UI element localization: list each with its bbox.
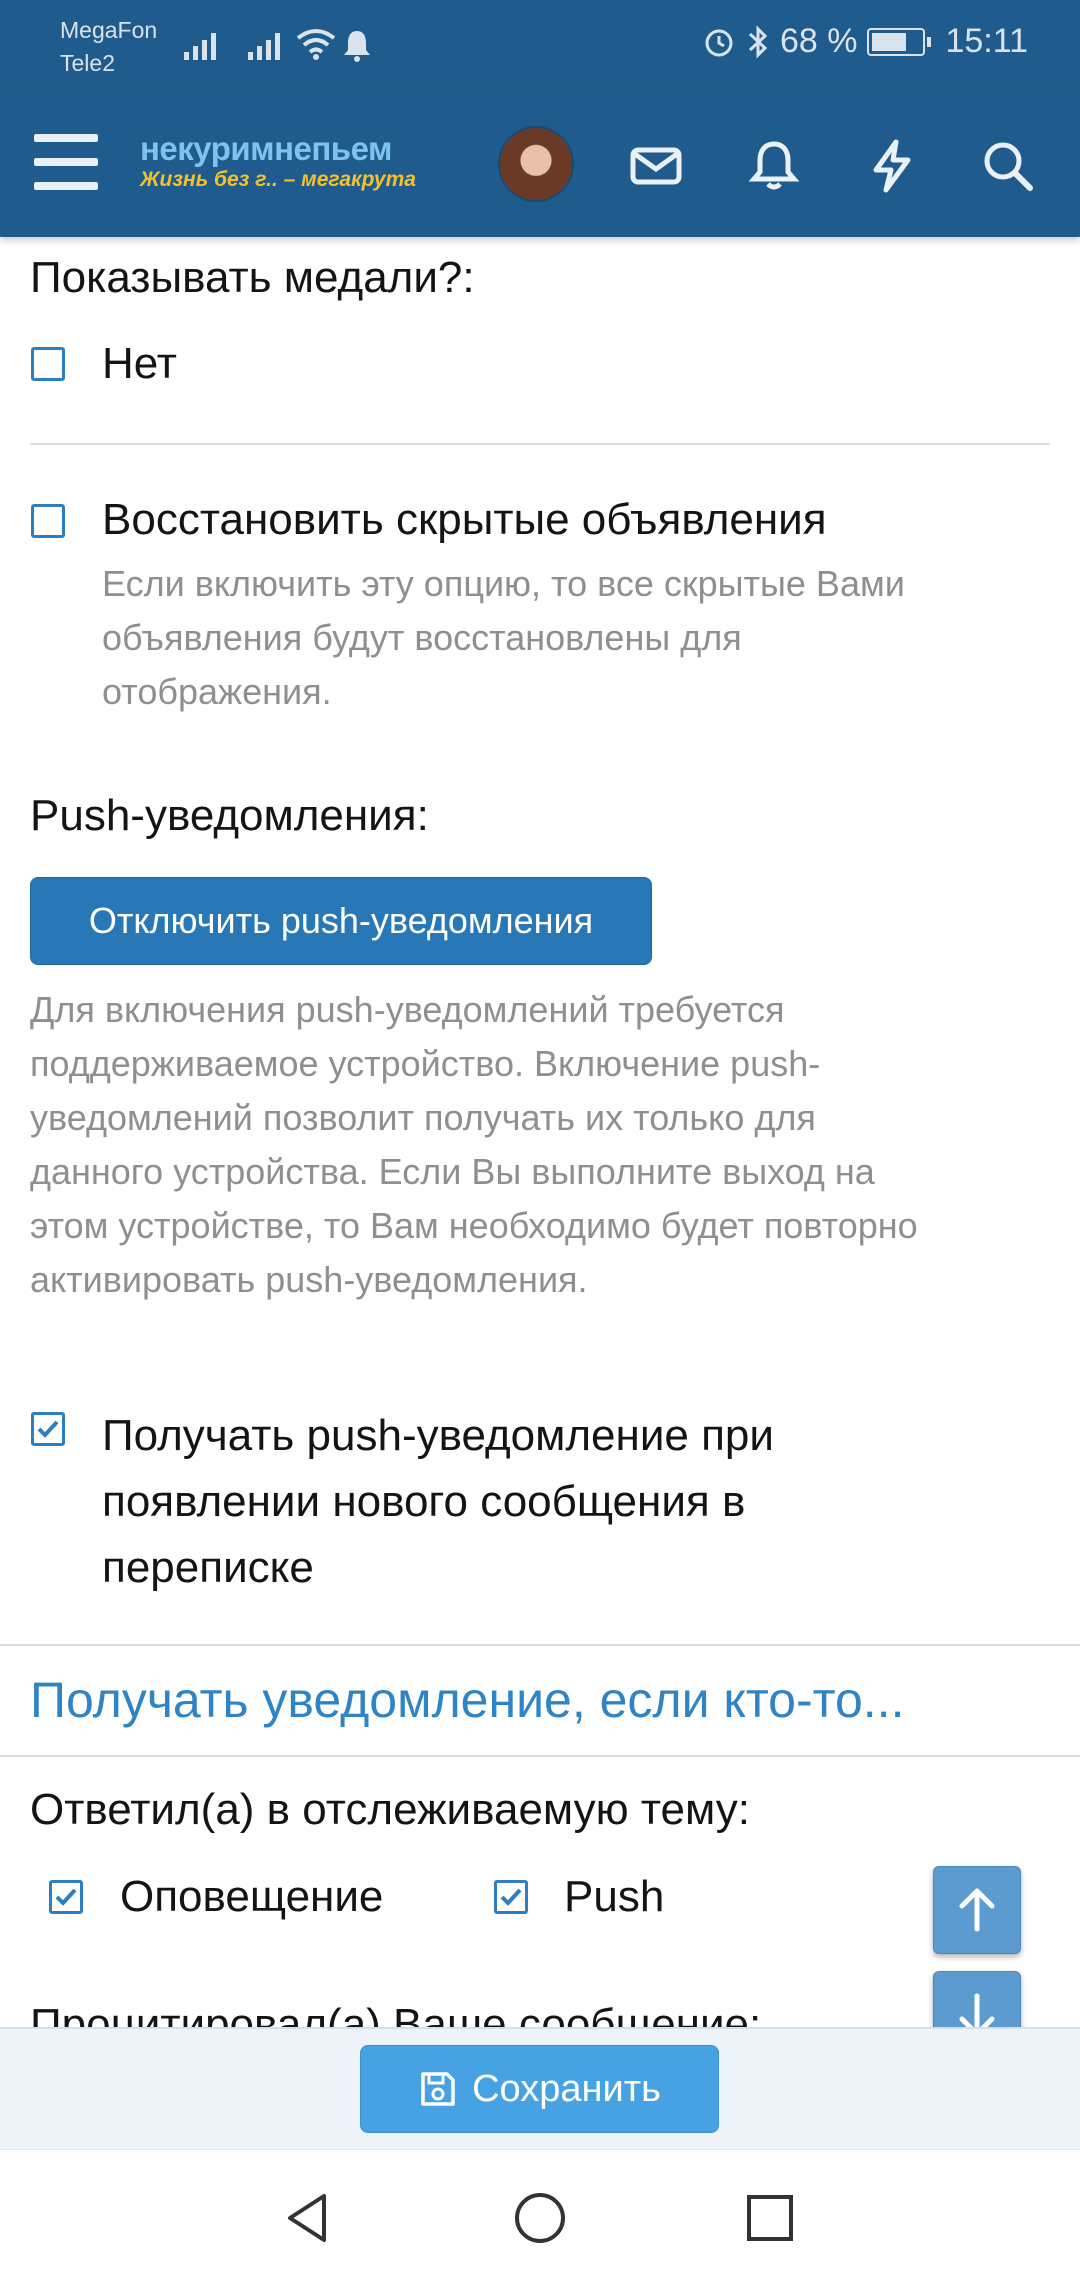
- hint-line: активировать push-уведомления.: [30, 1259, 588, 1300]
- logo-title: некуримнепьем: [140, 130, 392, 167]
- search-icon[interactable]: [980, 138, 1036, 194]
- push-label: Push-уведомления:: [30, 791, 429, 840]
- carrier-2: Tele2: [60, 50, 115, 76]
- restore-ads-checkbox[interactable]: [31, 504, 65, 538]
- push-conversation-checkbox[interactable]: [31, 1412, 65, 1446]
- restore-ads-hint: Если включить эту опцию, то все скрытые …: [102, 557, 905, 719]
- logo-tagline: Жизнь без г.. – мегакрута: [140, 168, 416, 191]
- replied-alert-label[interactable]: Оповещение: [120, 1872, 383, 1922]
- label-line: Получать push-уведомление при: [102, 1411, 774, 1460]
- bluetooth-icon: [748, 24, 768, 59]
- push-hint: Для включения push-уведомлений требуется…: [30, 983, 918, 1307]
- section-divider-top: [0, 1644, 1080, 1646]
- next-label: Процитировал(а) Ваше сообщение:: [30, 2007, 761, 2029]
- signal-icon-2: [248, 28, 280, 60]
- replied-label: Ответил(а) в отслеживаемую тему:: [30, 1785, 750, 1834]
- medals-no-checkbox[interactable]: [31, 347, 65, 381]
- check-icon: [37, 1420, 59, 1438]
- battery-icon: [867, 27, 932, 56]
- label-line: появлении нового сообщения в: [102, 1477, 746, 1526]
- hint-line: уведомлений позволит получать их только …: [30, 1097, 816, 1138]
- form-footer: Сохранить: [0, 2027, 1080, 2151]
- battery-percent: 68 %: [779, 22, 858, 60]
- save-label: Сохранить: [472, 2067, 661, 2110]
- medals-no-label[interactable]: Нет: [102, 339, 177, 389]
- site-logo[interactable]: некуримнепьем Жизнь без г.. – мегакрута: [140, 130, 416, 192]
- status-right: 68 % 15:11: [702, 22, 1028, 61]
- floppy-disk-icon: [421, 2072, 455, 2106]
- arrow-up-icon: [959, 1888, 995, 1932]
- app-header: некуримнепьем Жизнь без г.. – мегакрута: [0, 92, 1080, 237]
- notify-section-heading: Получать уведомление, если кто-то...: [30, 1672, 905, 1728]
- partially-hidden-label: Процитировал(а) Ваше сообщение:: [30, 2007, 930, 2029]
- push-conversation-label[interactable]: Получать push-уведомление при появлении …: [102, 1403, 774, 1601]
- replied-alert-checkbox[interactable]: [49, 1880, 83, 1914]
- signal-icon: [184, 28, 216, 60]
- hint-line: этом устройстве, то Вам необходимо будет…: [30, 1205, 918, 1246]
- status-bar: MegaFon Tele2 68 % 15:11: [0, 0, 1080, 92]
- bell-icon[interactable]: [746, 138, 802, 194]
- hint-line: Для включения push-уведомлений требуется: [30, 989, 785, 1030]
- medals-label: Показывать медали?:: [30, 253, 475, 302]
- menu-icon[interactable]: [34, 134, 98, 190]
- section-divider-bottom: [0, 1755, 1080, 1757]
- disable-push-button[interactable]: Отключить push-уведомления: [30, 877, 652, 965]
- replied-push-checkbox[interactable]: [494, 1880, 528, 1914]
- divider: [30, 443, 1050, 445]
- save-button[interactable]: Сохранить: [360, 2045, 719, 2133]
- system-nav-bar: [0, 2149, 1080, 2281]
- mail-icon[interactable]: [628, 138, 684, 194]
- lightning-icon[interactable]: [864, 138, 920, 194]
- hint-line: объявления будут восстановлены для: [102, 617, 742, 658]
- notification-bell-icon: [344, 31, 370, 62]
- carrier-names: MegaFon Tele2: [60, 14, 157, 80]
- replied-push-label[interactable]: Push: [564, 1872, 664, 1922]
- hint-line: поддерживаемое устройство. Включение pus…: [30, 1043, 821, 1084]
- hint-line: отображения.: [102, 671, 332, 712]
- scroll-up-button[interactable]: [933, 1866, 1021, 1954]
- wifi-icon: [296, 29, 336, 60]
- avatar[interactable]: [498, 126, 574, 202]
- check-icon: [500, 1888, 522, 1906]
- carrier-1: MegaFon: [60, 17, 158, 43]
- label-line: переписке: [102, 1543, 314, 1592]
- hint-line: данного устройства. Если Вы выполните вы…: [30, 1151, 875, 1192]
- check-icon: [55, 1888, 77, 1906]
- home-icon[interactable]: [510, 2188, 570, 2248]
- restore-ads-label[interactable]: Восстановить скрытые объявления: [102, 495, 827, 545]
- alarm-icon: [705, 29, 733, 56]
- recents-icon[interactable]: [740, 2188, 800, 2248]
- back-icon[interactable]: [280, 2188, 340, 2248]
- hint-line: Если включить эту опцию, то все скрытые …: [102, 563, 905, 604]
- clock: 15:11: [945, 22, 1028, 60]
